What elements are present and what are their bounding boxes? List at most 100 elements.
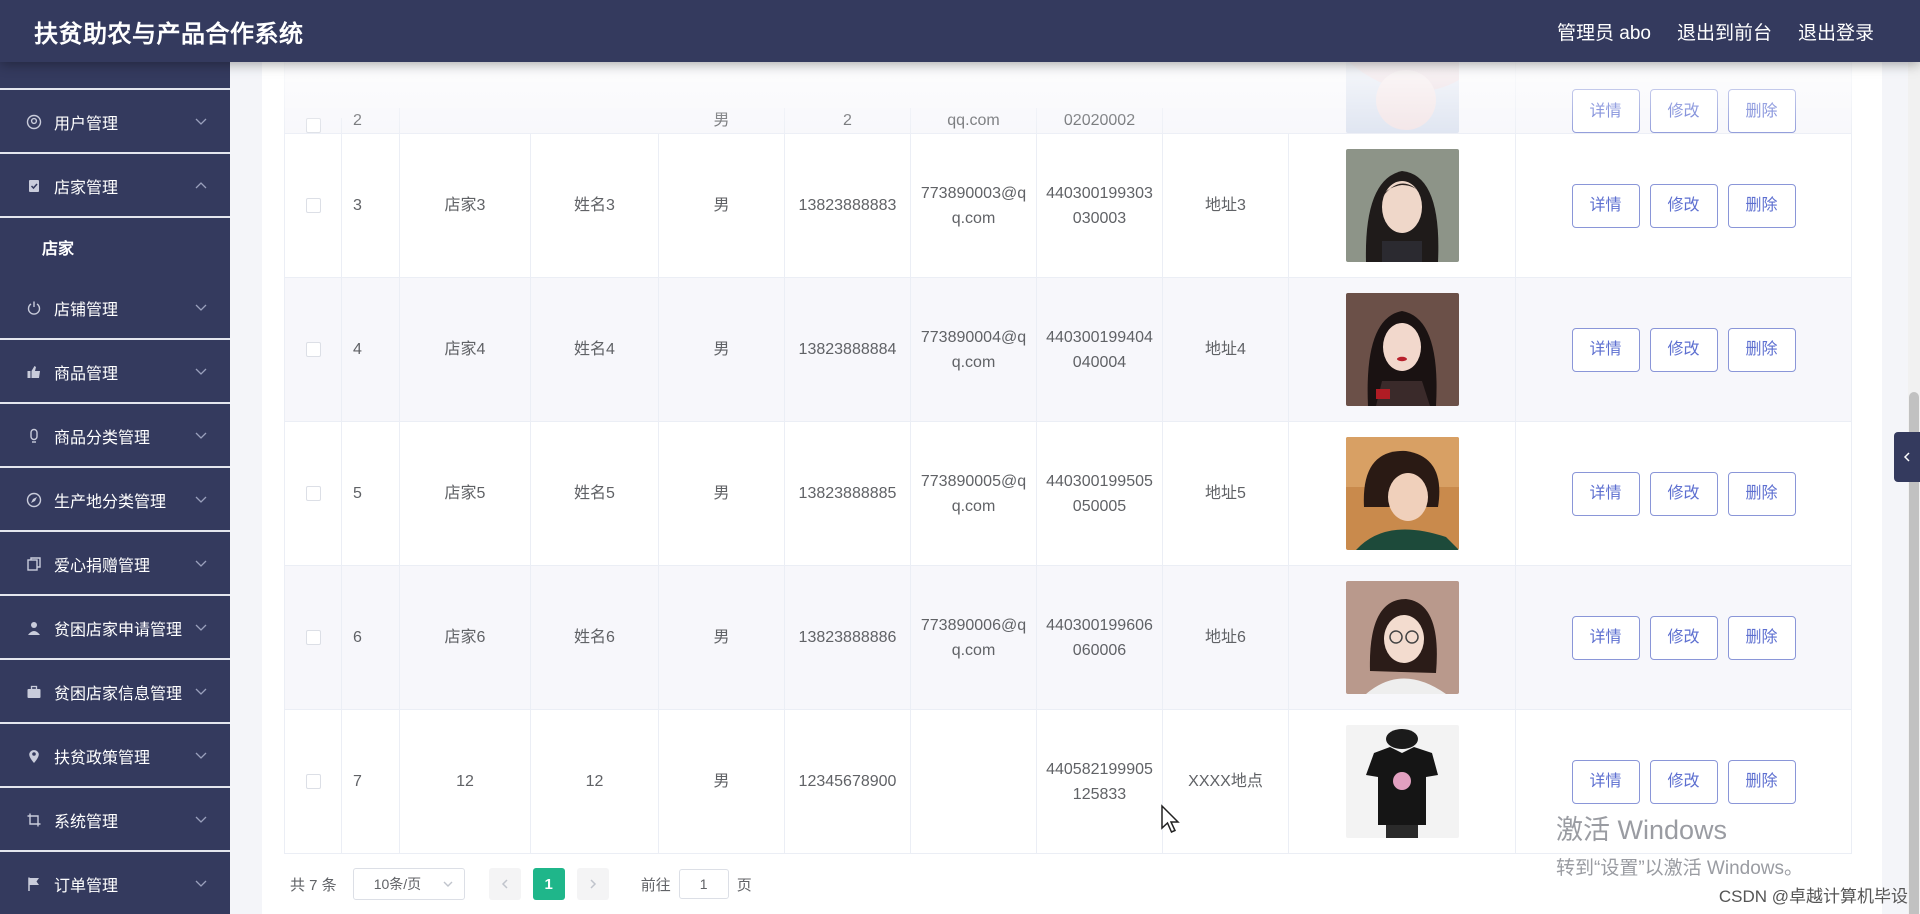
delete-button[interactable]: 删除 [1727,471,1796,516]
sidebar-item-5[interactable]: 生产地分类管理 [0,470,230,532]
edit-button[interactable]: 修改 [1649,615,1718,660]
header-links: 管理员 abo 退出到前台 退出登录 [1557,18,1874,45]
id-card-number: 440582199905125833 [1046,760,1153,803]
sidebar-item-label: 商品分类管理 [54,430,151,447]
windows-activation-watermark: 激活 Windows 转到“设置”以激活 Windows。 [1556,808,1803,880]
edit-button[interactable]: 修改 [1649,89,1718,133]
person-name: 姓名6 [531,566,659,709]
id-card-cell: 440582199905125833 [1037,710,1163,853]
chevron-down-icon [195,368,207,375]
detail-button[interactable]: 详情 [1571,183,1640,228]
sidebar-item-7[interactable]: 贫困店家申请管理 [0,598,230,660]
sidebar-item-label: 爱心捐赠管理 [54,558,151,575]
copy-icon [24,554,44,574]
row-checkbox[interactable] [305,198,321,213]
phone-cell: 13823888884 [785,278,911,421]
row-checkbox[interactable] [305,342,321,357]
person-icon [24,618,44,638]
page-size-value: 10条/页 [373,876,422,892]
email-cell: 773890006@qq.com [911,566,1037,709]
person-name: 姓名4 [531,278,659,421]
sidebar-item-1[interactable]: 店家管理 [0,156,230,218]
row-checkbox[interactable] [305,486,321,501]
thumb-icon [24,362,44,382]
email-cell [911,710,1037,853]
id-card-number: 02020002 [1063,112,1136,129]
detail-button[interactable]: 详情 [1571,615,1640,660]
admin-user-label[interactable]: 管理员 abo [1557,18,1651,45]
delete-button[interactable]: 删除 [1727,327,1796,372]
edit-button[interactable]: 修改 [1649,183,1718,228]
email-cell: 773890004@qq.com [911,278,1037,421]
page-unit-label: 页 [736,876,752,894]
edit-button[interactable]: 修改 [1649,327,1718,372]
sidebar-item-3[interactable]: 商品管理 [0,342,230,404]
flag-icon [24,874,44,894]
gender: 男 [659,278,785,421]
sidebar-item-4[interactable]: 商品分类管理 [0,406,230,468]
sidebar-item-label: 商品管理 [54,366,119,383]
table-row: 4 店家4 姓名4 男 13823888884 773890004@qq.com 44030… [285,278,1851,422]
delete-button[interactable]: 删除 [1727,89,1796,133]
email-cell: 773890003@qq.com [911,134,1037,277]
detail-button[interactable]: 详情 [1571,759,1640,804]
row-checkbox-cell [285,278,342,421]
gender: 男 [659,710,785,853]
merchant-name: 店家4 [400,278,531,421]
logout-link[interactable]: 退出登录 [1798,18,1874,45]
page-scrollbar[interactable] [1908,62,1920,914]
row-checkbox-cell [285,422,342,565]
sidebar-item-label: 扶贫政策管理 [54,750,151,767]
pagination-total: 共 7 条 [290,876,337,894]
id-card-cell: 440300199606060006 [1037,566,1163,709]
next-page-button[interactable] [576,868,609,900]
id-card-cell: 440300199505050005 [1037,422,1163,565]
prev-page-button[interactable] [488,868,521,900]
sidebar-item-2[interactable]: 店铺管理 [0,278,230,340]
table-row: 5 店家5 姓名5 男 13823888885 773890005@qq.com 44030… [285,422,1851,566]
sidebar-item-8[interactable]: 贫困店家信息管理 [0,662,230,724]
row-checkbox[interactable] [305,630,321,645]
row-index: 2 [342,108,400,133]
merchant-name: 店家6 [400,566,531,709]
sidebar-item-10[interactable]: 系统管理 [0,790,230,852]
row-index: 5 [342,422,400,565]
chevron-down-icon [195,304,207,311]
side-drawer-toggle[interactable] [1894,432,1920,482]
edit-button[interactable]: 修改 [1649,759,1718,804]
page-size-select[interactable]: 10条/页 [352,868,465,900]
phone-cell: 12345678900 [785,710,911,853]
delete-button[interactable]: 删除 [1727,759,1796,804]
email: 773890006@qq.com [920,616,1027,659]
merchant-photo [1345,149,1459,262]
sidebar-item-label: 贫困店家信息管理 [54,686,183,703]
person-name: 姓名5 [531,422,659,565]
sidebar-item-6[interactable]: 爱心捐赠管理 [0,534,230,596]
exit-to-front-link[interactable]: 退出到前台 [1677,18,1772,45]
location-icon [24,746,44,766]
detail-button[interactable]: 详情 [1571,327,1640,372]
delete-button[interactable]: 删除 [1727,615,1796,660]
detail-button[interactable]: 详情 [1571,471,1640,516]
merchant-table: 2 男 2 qq.com 02020002 详情 修改 删除 3 店家3 姓名3 男 138238888… [284,20,1852,854]
sidebar-subitem-merchant[interactable]: 店家 [0,218,230,276]
goto-page-input[interactable] [678,869,729,899]
merchant-name: 12 [400,710,531,853]
address: 地址4 [1163,278,1289,421]
row-actions: 详情 修改 删除 [1516,89,1851,133]
user-circle-icon [24,112,44,132]
chevron-down-icon [195,880,207,887]
page-number-button[interactable]: 1 [532,868,565,900]
row-checkbox[interactable] [305,774,321,789]
sidebar-item-11[interactable]: 订单管理 [0,854,230,914]
delete-button[interactable]: 删除 [1727,183,1796,228]
row-actions: 详情 修改 删除 [1516,134,1851,277]
row-checkbox-cell [285,134,342,277]
row-checkbox[interactable] [305,118,321,133]
edit-button[interactable]: 修改 [1649,471,1718,516]
sidebar-item-0[interactable]: 用户管理 [0,92,230,154]
detail-button[interactable]: 详情 [1571,89,1640,133]
sidebar-item-9[interactable]: 扶贫政策管理 [0,726,230,788]
id-card-number: 440300199404040004 [1046,328,1153,371]
email: 773890005@qq.com [920,472,1027,515]
